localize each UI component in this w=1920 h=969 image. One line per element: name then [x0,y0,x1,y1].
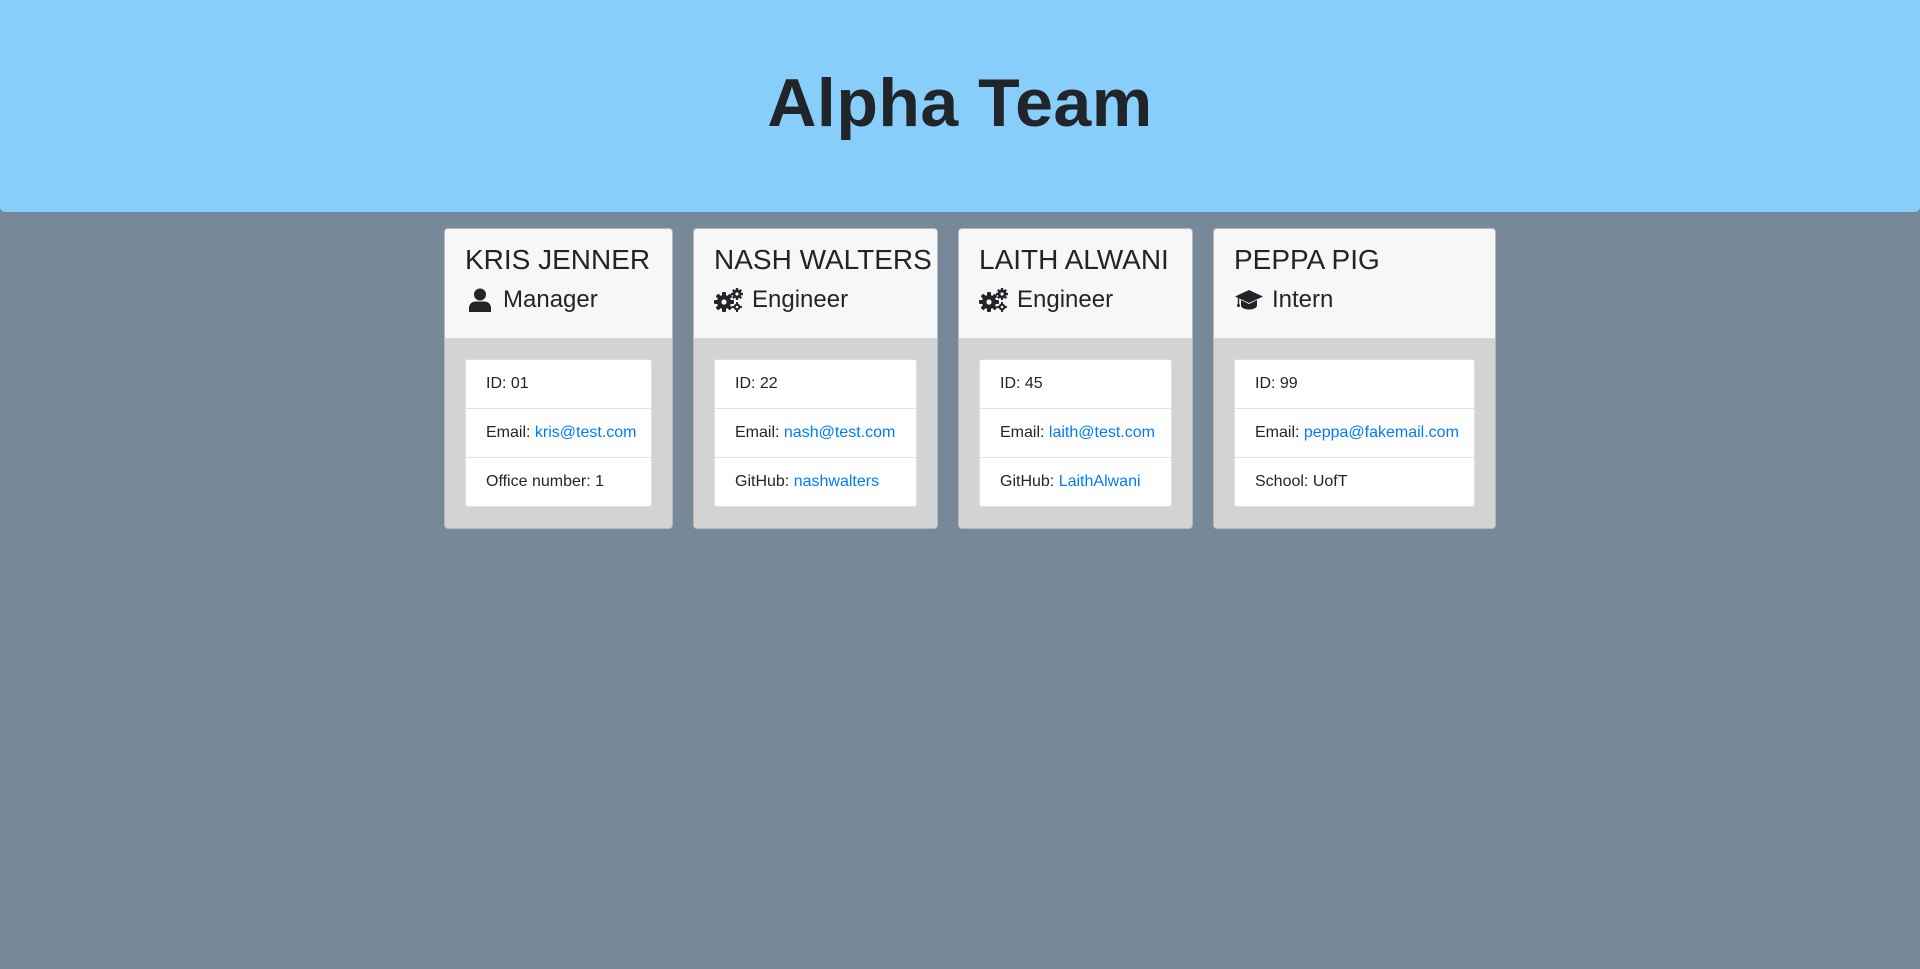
employee-card-engineer: NASH WALTERS Engineer ID: 22 Email: nash… [693,228,938,529]
team-title: Alpha Team [767,65,1153,141]
email-item: Email: laith@test.com [980,409,1171,458]
role-label: Engineer [752,286,849,313]
card-header: PEPPA PIG Intern [1214,229,1495,339]
school-label: School: [1255,473,1309,490]
employee-role: Intern [1234,285,1475,315]
email-link[interactable]: kris@test.com [535,424,637,441]
email-label: Email: [486,424,531,441]
email-item: Email: peppa@fakemail.com [1235,409,1474,458]
id-value: 22 [759,375,778,392]
email-link[interactable]: nash@test.com [784,424,895,441]
id-label: ID: [1255,375,1276,392]
employee-card-intern: PEPPA PIG Intern ID: 99 Email: peppa@fak… [1213,228,1496,529]
id-label: ID: [735,375,756,392]
id-item: ID: 45 [980,360,1171,409]
office-number-item: Office number: 1 [466,458,651,506]
role-label: Engineer [1017,286,1114,313]
email-item: Email: kris@test.com [466,409,651,458]
employee-card-manager: KRIS JENNER Manager ID: 01 Email: kris@t… [444,228,673,529]
card-body: ID: 22 Email: nash@test.com GitHub: nash… [694,339,937,527]
id-item: ID: 22 [715,360,916,409]
card-body: ID: 45 Email: laith@test.com GitHub: Lai… [959,339,1192,527]
team-header: Alpha Team [0,0,1920,212]
office-number-value: 1 [595,473,604,490]
card-header: NASH WALTERS Engineer [694,229,937,339]
school-item: School: UofT [1235,458,1474,506]
email-label: Email: [735,424,780,441]
employee-role: Manager [465,285,652,315]
employee-name: LAITH ALWANI [979,244,1169,275]
employee-details-list: ID: 45 Email: laith@test.com GitHub: Lai… [979,359,1172,507]
employee-details-list: ID: 22 Email: nash@test.com GitHub: nash… [714,359,917,507]
github-label: GitHub: [1000,473,1055,490]
card-body: ID: 01 Email: kris@test.com Office numbe… [445,339,672,527]
id-label: ID: [1000,375,1021,392]
school-value: UofT [1312,473,1348,490]
email-link[interactable]: peppa@fakemail.com [1304,424,1459,441]
id-value: 01 [510,375,529,392]
github-item: GitHub: LaithAlwani [980,458,1171,506]
employee-details-list: ID: 01 Email: kris@test.com Office numbe… [465,359,652,507]
id-value: 99 [1279,375,1298,392]
employee-details-list: ID: 99 Email: peppa@fakemail.com School:… [1234,359,1475,507]
email-label: Email: [1000,424,1045,441]
role-label: Intern [1272,286,1334,313]
github-label: GitHub: [735,473,790,490]
email-item: Email: nash@test.com [715,409,916,458]
id-label: ID: [486,375,507,392]
cogs-icon [979,287,1009,313]
id-item: ID: 99 [1235,360,1474,409]
id-value: 45 [1024,375,1043,392]
email-label: Email: [1255,424,1300,441]
email-link[interactable]: laith@test.com [1049,424,1155,441]
github-link[interactable]: nashwalters [794,473,879,490]
cogs-icon [714,287,744,313]
card-header: KRIS JENNER Manager [445,229,672,339]
github-link[interactable]: LaithAlwani [1059,473,1141,490]
user-icon [465,287,495,313]
graduation-cap-icon [1234,287,1264,313]
card-body: ID: 99 Email: peppa@fakemail.com School:… [1214,339,1495,527]
card-header: LAITH ALWANI Engineer [959,229,1192,339]
employee-card-engineer: LAITH ALWANI Engineer ID: 45 Email: lait… [958,228,1193,529]
github-item: GitHub: nashwalters [715,458,916,506]
role-label: Manager [503,286,598,313]
employee-role: Engineer [979,285,1172,315]
employee-name: NASH WALTERS [714,244,932,275]
employee-name: KRIS JENNER [465,244,651,275]
employee-role: Engineer [714,285,917,315]
office-number-label: Office number: [486,473,591,490]
id-item: ID: 01 [466,360,651,409]
employee-name: PEPPA PIG [1234,244,1380,275]
